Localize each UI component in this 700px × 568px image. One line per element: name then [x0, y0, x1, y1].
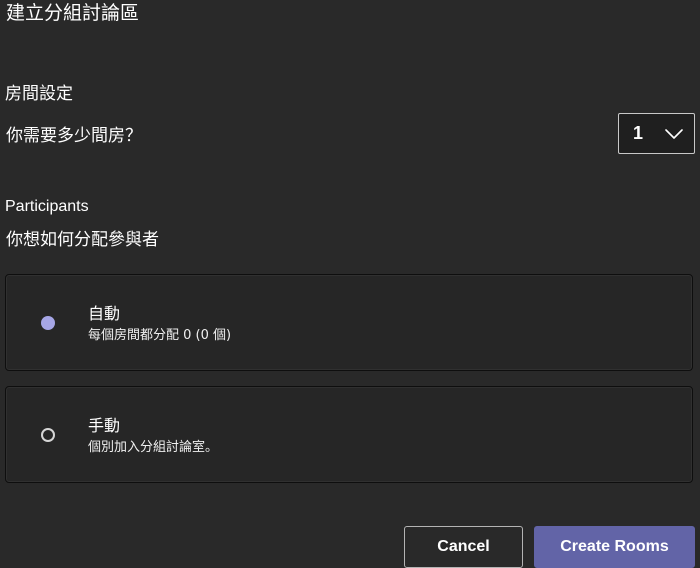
manual-option-description: 個別加入分組討論室。 [88, 440, 219, 455]
automatic-assignment-option[interactable]: 自動 每個房間都分配 0 (0 個) [5, 274, 693, 371]
automatic-option-title: 自動 [88, 304, 121, 323]
automatic-radio-button[interactable] [41, 316, 55, 330]
room-settings-heading: 房間設定 [5, 84, 73, 104]
assignment-question: 你想如何分配參與者 [6, 230, 159, 250]
room-count-question: 你需要多少間房？ [6, 126, 142, 146]
manual-option-title: 手動 [88, 416, 121, 435]
chevron-down-icon [665, 128, 683, 139]
manual-radio-button[interactable] [41, 428, 55, 442]
breakout-rooms-dialog: 建立分組討論區 房間設定 你需要多少間房？ 1 Participants 你想如… [0, 0, 700, 568]
dialog-title: 建立分組討論區 [6, 2, 140, 24]
create-rooms-button[interactable]: Create Rooms [534, 526, 695, 568]
automatic-option-description: 每個房間都分配 0 (0 個) [88, 328, 232, 343]
participants-label: Participants [5, 198, 89, 215]
cancel-button[interactable]: Cancel [404, 526, 523, 568]
room-count-dropdown[interactable]: 1 [618, 113, 695, 154]
manual-assignment-option[interactable]: 手動 個別加入分組討論室。 [5, 386, 693, 483]
room-count-value: 1 [633, 123, 644, 143]
